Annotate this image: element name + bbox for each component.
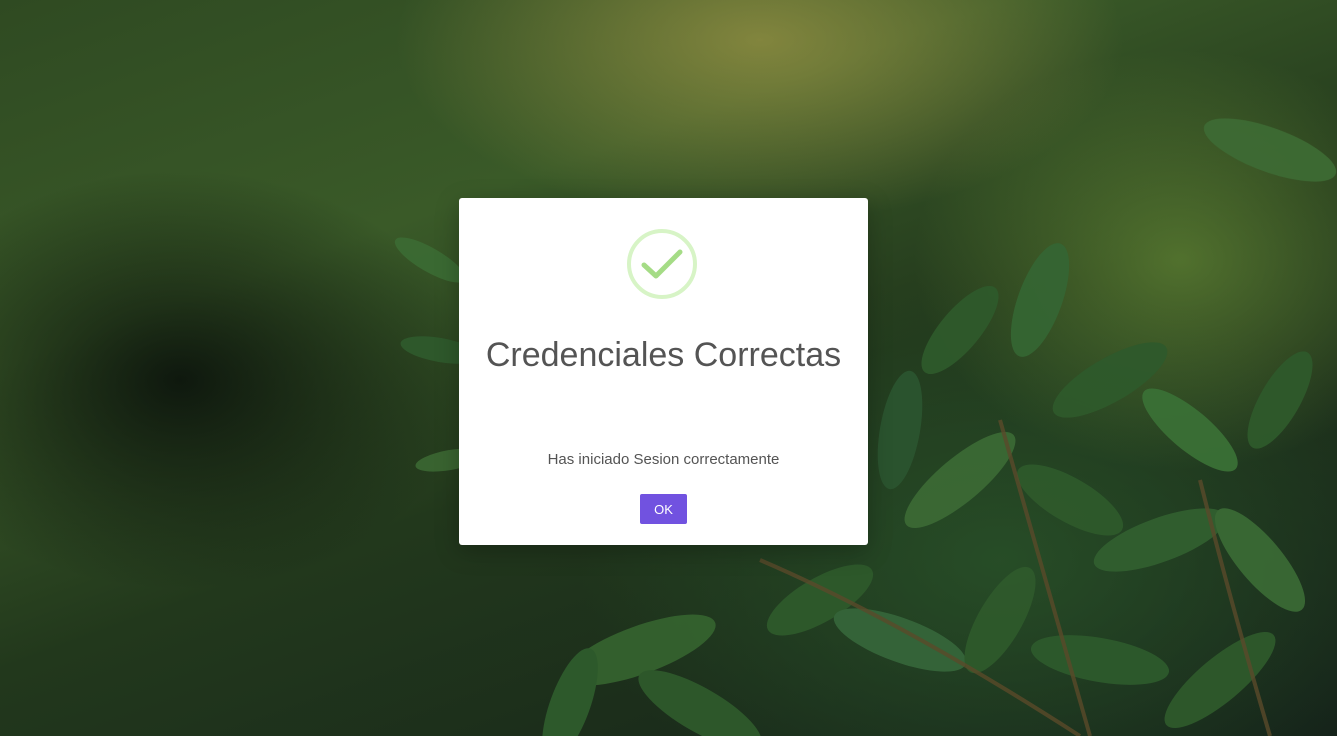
success-dialog: Credenciales Correctas Has iniciado Sesi… bbox=[459, 198, 868, 545]
dialog-message: Has iniciado Sesion correctamente bbox=[547, 451, 780, 468]
dialog-title: Credenciales Correctas bbox=[485, 336, 842, 374]
success-check-icon bbox=[627, 229, 697, 299]
ok-button[interactable]: OK bbox=[640, 494, 687, 524]
